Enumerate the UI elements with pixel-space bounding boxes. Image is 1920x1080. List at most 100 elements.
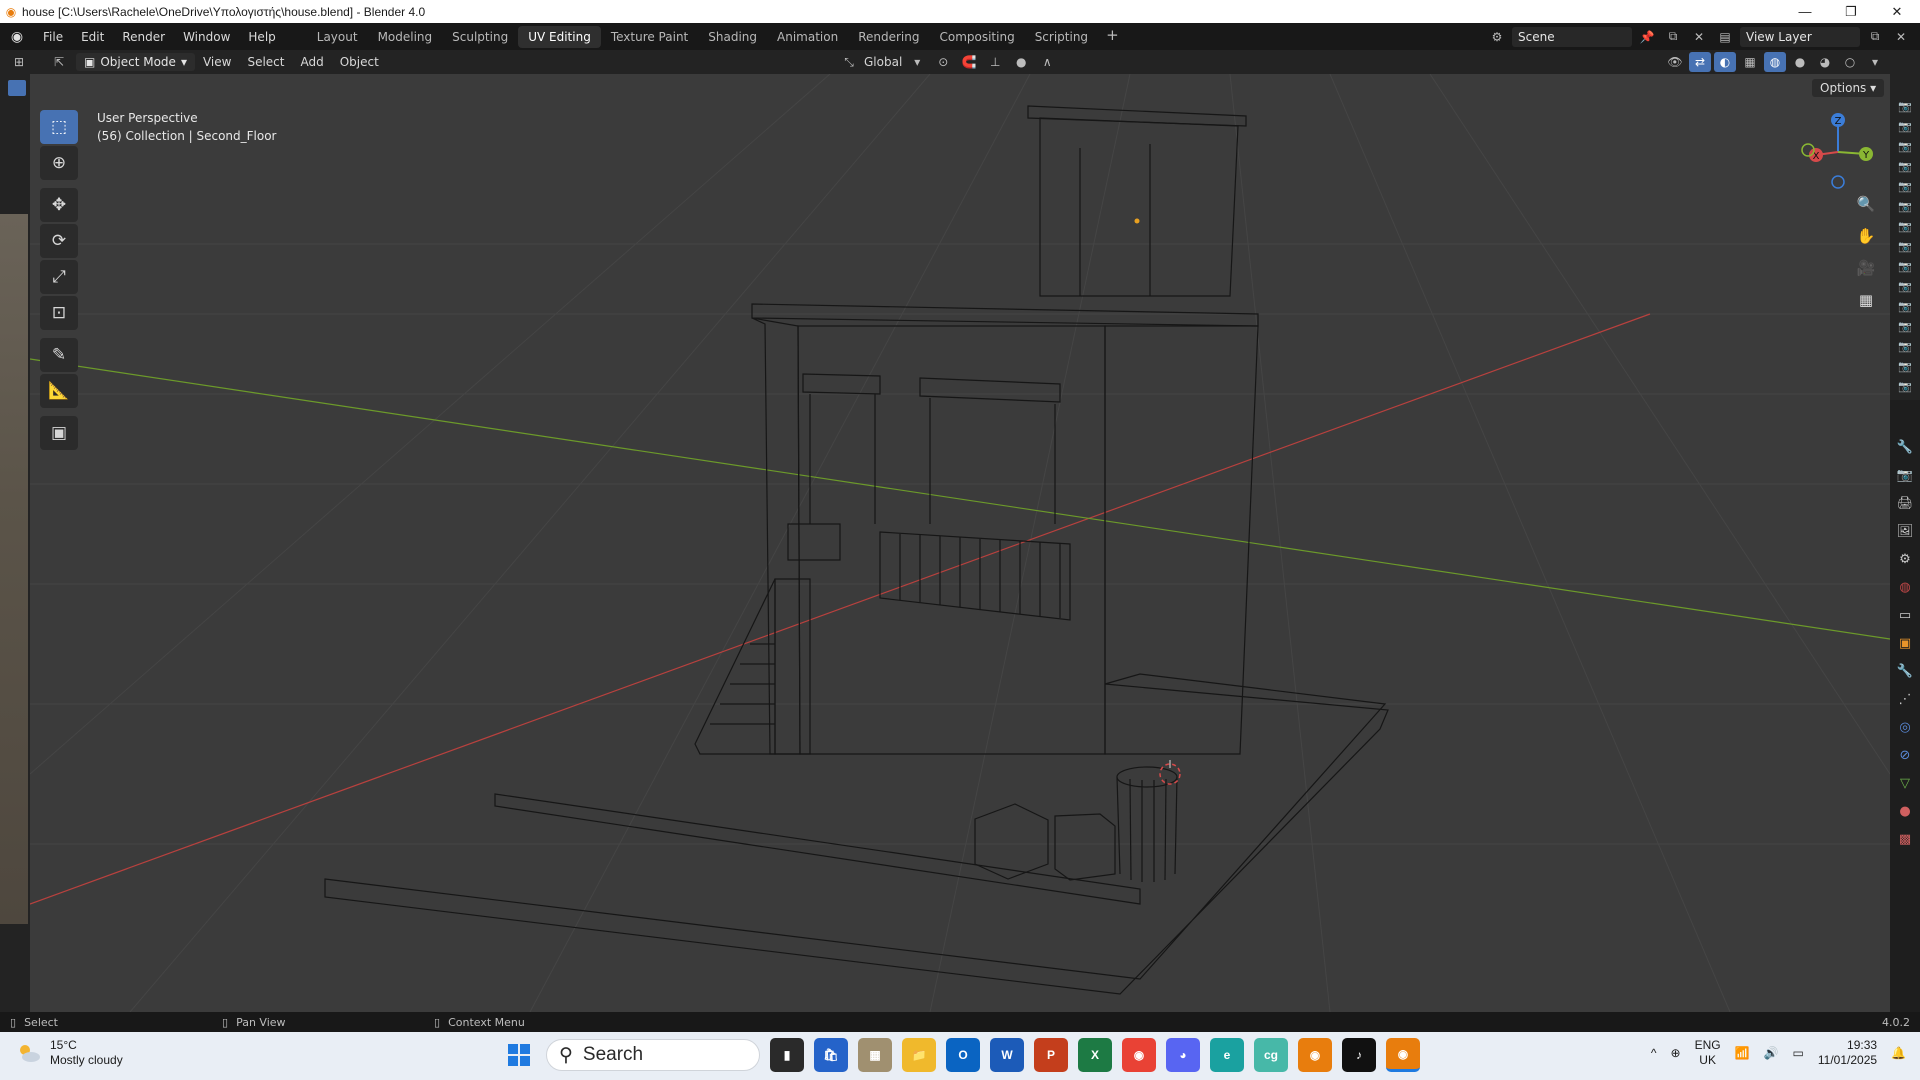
store-icon[interactable]: 🛍 (814, 1038, 848, 1072)
close-icon[interactable]: ✕ (1874, 0, 1920, 23)
options-dropdown[interactable]: Options ▾ (1812, 79, 1885, 97)
tiktok-icon[interactable]: ♪ (1342, 1038, 1376, 1072)
zoom-icon[interactable]: 🔍 (1852, 190, 1880, 218)
tab-texture-paint[interactable]: Texture Paint (601, 26, 698, 48)
blender-active-icon[interactable]: ◉ (1386, 1038, 1420, 1072)
pin-icon[interactable]: 📌 (1636, 27, 1658, 47)
menu-help[interactable]: Help (239, 30, 284, 44)
world-properties-icon[interactable]: ◍ (1895, 580, 1915, 598)
wireframe-shading-icon[interactable]: ◍ (1764, 52, 1786, 72)
taskbar-search[interactable]: ⚲ Search (546, 1039, 760, 1071)
camera-icon[interactable]: 📷 (1898, 300, 1912, 316)
3d-viewport[interactable] (30, 74, 1890, 1012)
photos-app-icon[interactable]: ▦ (858, 1038, 892, 1072)
menu-file[interactable]: File (34, 30, 72, 44)
menu-view[interactable]: View (195, 53, 239, 71)
camera-icon[interactable]: 📷 (1898, 340, 1912, 356)
add-cube-tool-icon[interactable]: ▣ (40, 416, 78, 450)
overlay-toggle-icon[interactable]: ◐ (1714, 52, 1736, 72)
outlook-icon[interactable]: O (946, 1038, 980, 1072)
camera-icon[interactable]: 📷 (1898, 160, 1912, 176)
gizmo-toggle-icon[interactable]: ⇄ (1689, 52, 1711, 72)
camera-icon[interactable]: 📷 (1898, 320, 1912, 336)
annotate-tool-icon[interactable]: ✎ (40, 338, 78, 372)
menu-edit[interactable]: Edit (72, 30, 113, 44)
camera-icon[interactable]: 📷 (1898, 280, 1912, 296)
visibility-icon[interactable]: 👁 (1664, 52, 1686, 72)
solid-shading-icon[interactable]: ● (1789, 52, 1811, 72)
scale-tool-icon[interactable]: ⤢ (40, 260, 78, 294)
tab-shading[interactable]: Shading (698, 26, 767, 48)
wifi-icon[interactable]: 📶 (1735, 1046, 1750, 1060)
select-mode-icon[interactable]: ⇱ (48, 52, 70, 72)
falloff-icon[interactable]: ∧ (1036, 52, 1058, 72)
tab-compositing[interactable]: Compositing (929, 26, 1024, 48)
camera-icon[interactable]: 📷 (1898, 140, 1912, 156)
mode-dropdown[interactable]: ▣ Object Mode ▾ (76, 53, 195, 71)
3d-cursor[interactable] (1159, 760, 1181, 785)
camera-icon[interactable]: 📷 (1898, 360, 1912, 376)
snap-target-icon[interactable]: ⊥ (984, 52, 1006, 72)
collection-properties-icon[interactable]: ▭ (1895, 608, 1915, 626)
blender-menu-icon[interactable]: ◉ (0, 29, 34, 45)
output-properties-icon[interactable]: 🖨 (1895, 496, 1915, 514)
tab-animation[interactable]: Animation (767, 26, 848, 48)
menu-render[interactable]: Render (113, 30, 174, 44)
tab-rendering[interactable]: Rendering (848, 26, 929, 48)
word-icon[interactable]: W (990, 1038, 1024, 1072)
navigation-gizmo[interactable]: Z Y X (1796, 110, 1876, 190)
camera-icon[interactable]: 📷 (1898, 180, 1912, 196)
scene-icon[interactable]: ⚙ (1486, 27, 1508, 47)
view-layer-icon[interactable]: ▤ (1714, 27, 1736, 47)
cursor-tool-icon[interactable]: ⊕ (40, 146, 78, 180)
delete-view-layer-icon[interactable]: ✕ (1890, 27, 1912, 47)
perspective-grid-icon[interactable]: ▦ (1852, 286, 1880, 314)
camera-icon[interactable]: 📷 (1898, 260, 1912, 276)
data-properties-icon[interactable]: ▽ (1895, 776, 1915, 794)
camera-icon[interactable]: 📷 (1898, 200, 1912, 216)
tab-modeling[interactable]: Modeling (368, 26, 443, 48)
chevron-down-icon[interactable]: ▾ (906, 52, 928, 72)
tool-properties-icon[interactable]: 🔧 (1895, 440, 1915, 458)
minimize-icon[interactable]: — (1782, 0, 1828, 23)
pan-hand-icon[interactable]: ✋ (1852, 222, 1880, 250)
select-box-tool-icon[interactable]: ⬚ (40, 110, 78, 144)
snap-icon[interactable]: 🧲 (958, 52, 980, 72)
house-model[interactable] (324, 105, 1389, 995)
move-tool-icon[interactable]: ✥ (40, 188, 78, 222)
menu-window[interactable]: Window (174, 30, 239, 44)
new-scene-icon[interactable]: ⧉ (1662, 27, 1684, 47)
weather-widget[interactable]: 15°C Mostly cloudy (16, 1038, 123, 1068)
camera-icon[interactable]: 📷 (1898, 120, 1912, 136)
file-explorer-icon[interactable]: 📁 (902, 1038, 936, 1072)
chevron-up-icon[interactable]: ^ (1651, 1046, 1657, 1060)
maximize-icon[interactable]: ❐ (1828, 0, 1874, 23)
particles-properties-icon[interactable]: ⋰ (1895, 692, 1915, 710)
volume-icon[interactable]: 🔊 (1764, 1046, 1779, 1060)
tab-layout[interactable]: Layout (307, 26, 368, 48)
physics-properties-icon[interactable]: ◎ (1895, 720, 1915, 738)
rotate-tool-icon[interactable]: ⟳ (40, 224, 78, 258)
constraints-properties-icon[interactable]: ⊘ (1895, 748, 1915, 766)
transform-tool-icon[interactable]: ⊡ (40, 296, 78, 330)
rendered-shading-icon[interactable]: ○ (1839, 52, 1861, 72)
xray-icon[interactable]: ▦ (1739, 52, 1761, 72)
material-properties-icon[interactable]: ● (1895, 804, 1915, 822)
viewport-scene[interactable] (30, 74, 1890, 1012)
camera-icon[interactable]: 📷 (1898, 100, 1912, 116)
modifier-properties-icon[interactable]: 🔧 (1895, 664, 1915, 682)
tab-sculpting[interactable]: Sculpting (442, 26, 518, 48)
chevron-down-icon[interactable]: ▾ (1864, 52, 1886, 72)
new-view-layer-icon[interactable]: ⧉ (1864, 27, 1886, 47)
object-properties-icon[interactable]: ▣ (1895, 636, 1915, 654)
camera-view-icon[interactable]: 🎥 (1852, 254, 1880, 282)
chrome-icon[interactable]: ◉ (1122, 1038, 1156, 1072)
add-workspace-button[interactable]: + (1098, 26, 1127, 48)
clock[interactable]: 19:33 11/01/2025 (1818, 1038, 1877, 1068)
transform-orientation[interactable]: Global (864, 55, 902, 69)
view-layer-properties-icon[interactable]: 🖼 (1895, 524, 1915, 542)
pivot-icon[interactable]: ⊙ (932, 52, 954, 72)
editor-type-icon[interactable]: ⊞ (8, 52, 30, 72)
proportional-edit-icon[interactable]: ● (1010, 52, 1032, 72)
menu-object[interactable]: Object (332, 53, 387, 71)
